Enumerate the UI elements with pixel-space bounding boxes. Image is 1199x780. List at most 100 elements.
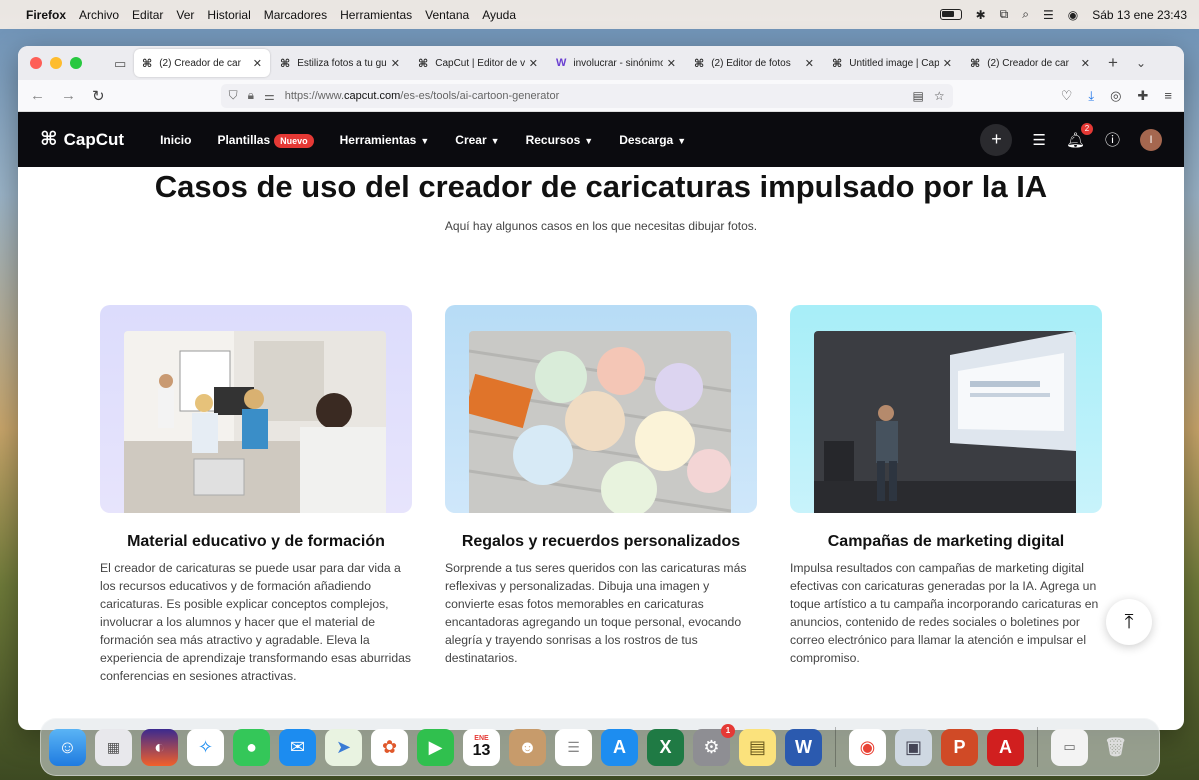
notification-bell-icon[interactable]: 🔔︎ 2 bbox=[1066, 122, 1093, 149]
control-center-icon[interactable]: ☰ bbox=[1043, 8, 1054, 22]
nav-herramientas[interactable]: Herramientas ▼ bbox=[340, 133, 430, 147]
tab-1[interactable]: ⌘ (2) Creador de car ✕ bbox=[134, 49, 270, 77]
tab-close-icon[interactable]: ✕ bbox=[391, 57, 400, 70]
notes-icon[interactable]: ▤ bbox=[739, 728, 776, 766]
tab-2[interactable]: ⌘ Estiliza fotos a tu gus ✕ bbox=[272, 49, 408, 77]
minimize-window-button[interactable] bbox=[50, 57, 62, 69]
create-plus-button[interactable]: + bbox=[980, 123, 1013, 156]
menu-ayuda[interactable]: Ayuda bbox=[482, 8, 516, 22]
tab-label: (2) Creador de car bbox=[987, 57, 1069, 69]
battery-icon[interactable] bbox=[939, 9, 962, 20]
calendar-month: ENE bbox=[474, 734, 489, 742]
reload-icon[interactable]: ↻ bbox=[92, 87, 105, 105]
nav-descarga[interactable]: Descarga ▼ bbox=[619, 133, 686, 147]
menu-archivo[interactable]: Archivo bbox=[79, 8, 119, 22]
tab-bar: ▭ ⌘ (2) Creador de car ✕ ⌘ Estiliza foto… bbox=[18, 46, 1184, 80]
preview-icon[interactable]: ▣ bbox=[895, 728, 932, 766]
tab-close-icon[interactable]: ✕ bbox=[253, 57, 262, 70]
messages-icon[interactable]: ● bbox=[233, 728, 270, 766]
forward-arrow-icon[interactable]: → bbox=[61, 87, 76, 104]
acrobat-icon[interactable]: A bbox=[987, 728, 1024, 766]
word-icon[interactable]: W bbox=[785, 728, 822, 766]
window-controls bbox=[30, 57, 82, 69]
wordreference-favicon-icon: W bbox=[556, 57, 567, 69]
extensions-icon[interactable]: ✚ bbox=[1138, 88, 1149, 104]
menu-ver[interactable]: Ver bbox=[176, 8, 194, 22]
nav-herramientas-label: Herramientas bbox=[339, 132, 417, 147]
stack-icon[interactable]: ☰ bbox=[1032, 131, 1045, 149]
capcut-logo[interactable]: ⌘ CapCut bbox=[40, 128, 124, 151]
launchpad-icon[interactable]: ▦ bbox=[95, 728, 132, 766]
downloads-stack-icon[interactable]: ▭ bbox=[1051, 728, 1088, 766]
tab-4[interactable]: W involucrar - sinónimo ✕ bbox=[548, 49, 684, 77]
reader-view-icon[interactable]: ▤ bbox=[912, 89, 923, 103]
excel-icon[interactable]: X bbox=[647, 728, 684, 766]
nav-inicio[interactable]: Inicio bbox=[160, 133, 191, 147]
firefox-icon[interactable]: ◐ bbox=[141, 728, 178, 766]
tab-close-icon[interactable]: ✕ bbox=[943, 57, 952, 70]
menubar-clock[interactable]: Sáb 13 ene 23:43 bbox=[1092, 8, 1187, 22]
system-settings-icon[interactable]: ⚙ 1 bbox=[693, 723, 735, 766]
capcut-favicon-icon: ⌘ bbox=[418, 57, 429, 70]
zoom-window-button[interactable] bbox=[70, 57, 82, 69]
address-bar[interactable]: ⛉ 🔒︎ ⚌ https://www.capcut.com/es-es/tool… bbox=[220, 83, 953, 108]
bluetooth-icon[interactable]: ✱ bbox=[976, 8, 986, 22]
safari-icon[interactable]: ✧ bbox=[187, 728, 224, 766]
tab-7[interactable]: ⌘ (2) Creador de car ✕ bbox=[962, 49, 1098, 77]
nav-crear[interactable]: Crear ▼ bbox=[455, 133, 499, 147]
tab-label: Untitled image | Cap bbox=[849, 57, 939, 69]
spotlight-search-icon[interactable]: ⌕ bbox=[1022, 7, 1029, 22]
tab-6[interactable]: ⌘ Untitled image | Cap ✕ bbox=[824, 49, 960, 77]
chrome-icon[interactable]: ◉ bbox=[849, 728, 886, 766]
tab-close-icon[interactable]: ✕ bbox=[1081, 57, 1090, 70]
powerpoint-icon[interactable]: P bbox=[941, 728, 978, 766]
permissions-icon[interactable]: ⚌ bbox=[264, 89, 275, 103]
dock-separator bbox=[1037, 727, 1038, 767]
menu-historial[interactable]: Historial bbox=[207, 8, 250, 22]
app-store-icon[interactable]: A bbox=[601, 728, 638, 766]
downloads-icon[interactable]: ⤓ bbox=[1088, 88, 1094, 104]
maps-icon[interactable]: ➤ bbox=[325, 728, 362, 766]
tab-close-icon[interactable]: ✕ bbox=[667, 57, 676, 70]
menu-hamburger-icon[interactable]: ≡ bbox=[1164, 88, 1172, 104]
screen-mirroring-icon[interactable]: ⧉ bbox=[1000, 7, 1009, 22]
url-text[interactable]: https://www.capcut.com/es-es/tools/ai-ca… bbox=[285, 90, 903, 102]
nav-plantillas[interactable]: Plantillas Nuevo bbox=[217, 133, 314, 148]
tab-close-icon[interactable]: ✕ bbox=[805, 57, 814, 70]
capcut-logo-icon: ⌘ bbox=[40, 129, 58, 150]
card-image-bg bbox=[790, 305, 1102, 513]
close-window-button[interactable] bbox=[30, 57, 42, 69]
menu-app-name[interactable]: Firefox bbox=[26, 8, 66, 22]
mail-icon[interactable]: ✉ bbox=[279, 728, 316, 766]
nav-recursos[interactable]: Recursos ▼ bbox=[526, 133, 594, 147]
tab-close-icon[interactable]: ✕ bbox=[529, 57, 538, 70]
new-tab-plus-icon[interactable]: + bbox=[1108, 53, 1118, 73]
contacts-icon[interactable]: ☻ bbox=[509, 728, 546, 766]
lock-icon[interactable]: 🔒︎ bbox=[248, 88, 254, 103]
bookmark-star-icon[interactable]: ☆ bbox=[934, 89, 945, 103]
menu-ventana[interactable]: Ventana bbox=[425, 8, 469, 22]
calendar-icon[interactable]: ENE 13 bbox=[463, 728, 500, 766]
menu-marcadores[interactable]: Marcadores bbox=[264, 8, 327, 22]
tab-3[interactable]: ⌘ CapCut | Editor de vi ✕ bbox=[410, 49, 546, 77]
chevron-down-icon: ▼ bbox=[584, 135, 594, 146]
list-all-tabs-chevron-icon[interactable]: ⌄ bbox=[1136, 56, 1146, 70]
tracking-shield-icon[interactable]: ⛉ bbox=[229, 88, 238, 103]
finder-icon[interactable]: ☺ bbox=[49, 728, 86, 766]
account-icon[interactable]: ◎ bbox=[1110, 88, 1121, 104]
user-avatar[interactable]: I bbox=[1140, 128, 1162, 151]
tab-label: involucrar - sinónimo bbox=[573, 57, 663, 69]
scroll-to-top-button[interactable]: ⤒ bbox=[1106, 599, 1152, 645]
menu-editar[interactable]: Editar bbox=[132, 8, 163, 22]
photos-icon[interactable]: ✿ bbox=[371, 728, 408, 766]
reminders-icon[interactable]: ☰ bbox=[555, 728, 592, 766]
trash-icon[interactable]: 🗑︎ bbox=[1097, 729, 1134, 766]
tab-5[interactable]: ⌘ (2) Editor de fotos ✕ bbox=[686, 49, 822, 77]
facetime-icon[interactable]: ▶ bbox=[417, 728, 454, 766]
siri-icon[interactable]: ◉ bbox=[1068, 8, 1078, 22]
back-arrow-icon[interactable]: ← bbox=[30, 87, 45, 104]
pocket-icon[interactable]: ♡ bbox=[1061, 88, 1073, 104]
firefox-view-icon[interactable]: ▭ bbox=[114, 56, 126, 72]
help-icon[interactable]: ⓘ bbox=[1105, 129, 1120, 150]
menu-herramientas[interactable]: Herramientas bbox=[340, 8, 412, 22]
